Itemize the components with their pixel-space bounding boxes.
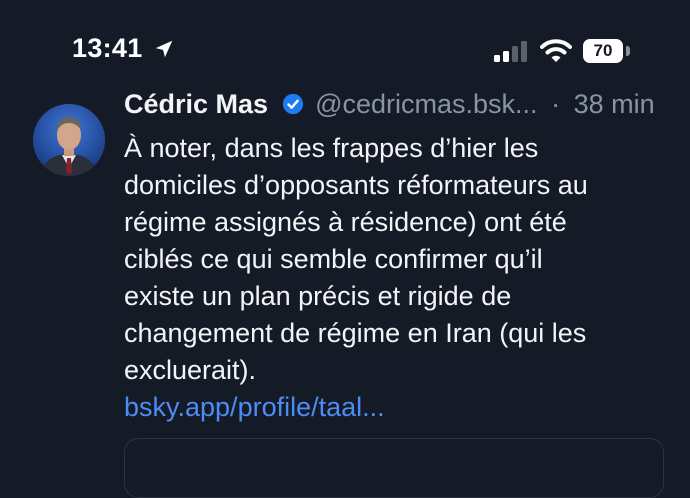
post-text-line: régime assignés à résidence) ont été (124, 207, 567, 237)
battery-tip (626, 46, 630, 56)
wifi-icon (540, 39, 572, 62)
status-time: 13:41 (72, 33, 143, 63)
post-text-line: changement de régime en Iran (qui les (124, 318, 587, 348)
post-text-line: domiciles d’opposants réformateurs au (124, 170, 588, 200)
post-link[interactable]: bsky.app/profile/taal... (124, 389, 385, 426)
post-text-line: ciblés ce qui semble confirmer qu’il (124, 244, 543, 274)
cellular-signal-icon (494, 41, 527, 62)
post-text-line: existe un plan précis et rigide de (124, 281, 512, 311)
author-name[interactable]: Cédric Mas (124, 89, 268, 119)
post-text-line: excluerait). (124, 355, 257, 385)
post[interactable]: Cédric Mas @cedricmas.bsk... · 38 min À … (0, 89, 690, 498)
battery-level: 70 (593, 41, 613, 60)
avatar[interactable] (33, 104, 105, 176)
post-header: Cédric Mas @cedricmas.bsk... · 38 min (124, 89, 684, 119)
battery-icon: 70 (583, 39, 623, 63)
embedded-post-card[interactable] (124, 438, 664, 498)
post-timestamp[interactable]: 38 min (574, 89, 655, 119)
post-text: À noter, dans les frappes d’hier les dom… (124, 130, 672, 389)
status-bar: 13:41 70 (0, 0, 690, 100)
post-text-line: À noter, dans les frappes d’hier les (124, 133, 539, 163)
verified-badge-icon (282, 93, 303, 115)
avatar-photo (33, 104, 105, 176)
header-separator: · (551, 89, 561, 119)
author-handle[interactable]: @cedricmas.bsk... (315, 89, 537, 119)
location-arrow-icon (155, 40, 173, 58)
